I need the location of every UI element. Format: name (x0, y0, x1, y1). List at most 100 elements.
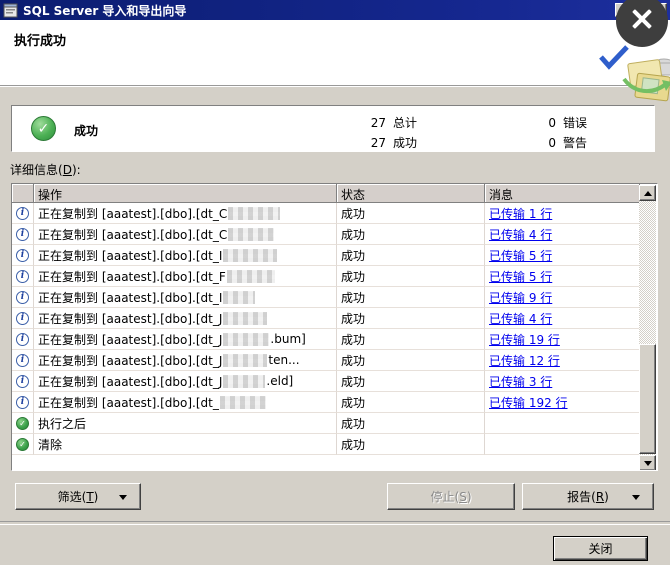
window-title: SQL Server 导入和导出向导 (23, 2, 186, 19)
status-cell: 成功 (337, 392, 485, 413)
operation-cell: 执行之后 (34, 413, 337, 434)
redacted-text (223, 291, 255, 304)
transferred-rows-link[interactable]: 已传输 5 行 (489, 268, 552, 285)
success-icon: ✓ (16, 417, 29, 430)
info-icon: i (16, 207, 29, 220)
table-row[interactable]: ✓ 执行之后成功 (12, 413, 657, 434)
transferred-rows-link[interactable]: 已传输 19 行 (489, 331, 560, 348)
scrollbar-thumb[interactable] (639, 344, 656, 454)
titlebar: SQL Server 导入和导出向导 ✕ (0, 0, 670, 20)
summary-counts-right: 0错误 0警告 (534, 113, 587, 153)
table-row[interactable]: i 正在复制到 [aaatest].[dbo].[dt_I成功已传输 9 行 (12, 287, 657, 308)
column-header-operation[interactable]: 操作 (34, 184, 337, 203)
column-header-icon[interactable] (12, 184, 34, 203)
total-count: 27 (364, 113, 386, 133)
operation-cell: 正在复制到 [aaatest].[dbo].[dt_C (34, 224, 337, 245)
table-row[interactable]: i正在复制到 [aaatest].[dbo].[dt_I成功已传输 5 行 (12, 245, 657, 266)
message-cell: 已传输 5 行 (485, 245, 640, 266)
summary-counts-left: 27总计 27成功 (364, 113, 417, 153)
info-icon: i (16, 354, 29, 367)
message-cell (485, 413, 640, 434)
import-export-wizard-dialog: SQL Server 导入和导出向导 ✕ 执行成功 (0, 0, 670, 565)
transferred-rows-link[interactable]: 已传输 4 行 (489, 226, 552, 243)
status-cell: 成功 (337, 371, 485, 392)
redacted-text (227, 270, 275, 283)
message-cell: 已传输 12 行 (485, 350, 640, 371)
scroll-up-button[interactable] (639, 185, 656, 201)
table-row[interactable]: i正在复制到 [aaatest].[dbo].[dt_J.bum]成功已传输 1… (12, 329, 657, 350)
status-cell: 成功 (337, 413, 485, 434)
message-cell: 已传输 19 行 (485, 329, 640, 350)
scroll-down-button[interactable] (639, 455, 656, 471)
table-row[interactable]: ✓ 清除成功 (12, 434, 657, 455)
status-cell: 成功 (337, 350, 485, 371)
operation-cell: 正在复制到 [aaatest].[dbo].[dt_Jten... (34, 350, 337, 371)
redacted-text (228, 228, 274, 241)
column-header-message[interactable]: 消息 (485, 184, 640, 203)
status-cell: 成功 (337, 266, 485, 287)
operation-cell: 正在复制到 [aaatest].[dbo].[dt_J.eld] (34, 371, 337, 392)
stop-button: 停止(S) (387, 483, 515, 510)
transferred-rows-link[interactable]: 已传输 1 行 (489, 205, 552, 222)
report-button[interactable]: 报告(R) (522, 483, 654, 510)
transferred-rows-link[interactable]: 已传输 12 行 (489, 352, 560, 369)
redacted-text (223, 333, 269, 346)
transferred-rows-link[interactable]: 已传输 192 行 (489, 394, 568, 411)
message-cell (485, 434, 640, 455)
details-label: 详细信息(D): (10, 161, 81, 178)
info-icon: i (16, 249, 29, 262)
error-count: 0 (534, 113, 556, 133)
status-cell: 成功 (337, 329, 485, 350)
total-label: 总计 (393, 113, 417, 133)
info-icon: i (16, 375, 29, 388)
transferred-rows-link[interactable]: 已传输 5 行 (489, 247, 552, 264)
details-grid: 操作 状态 消息 i正在复制到 [aaatest].[dbo].[dt_C成功已… (11, 183, 658, 471)
redacted-text (220, 396, 266, 409)
summary-panel: ✓ 成功 27总计 27成功 0错误 0警告 (11, 105, 655, 152)
message-cell: 已传输 1 行 (485, 203, 640, 224)
scroll-down-icon (644, 461, 652, 466)
column-header-status[interactable]: 状态 (337, 184, 485, 203)
message-cell: 已传输 192 行 (485, 392, 640, 413)
footer-separator (0, 521, 670, 525)
error-label: 错误 (563, 113, 587, 133)
warning-label: 警告 (563, 133, 587, 153)
table-row[interactable]: i正在复制到 [aaatest].[dbo].[dt_成功已传输 192 行 (12, 392, 657, 413)
operation-cell: 正在复制到 [aaatest].[dbo].[dt_I (34, 287, 337, 308)
dropdown-icon (119, 495, 127, 500)
table-row[interactable]: i正在复制到 [aaatest].[dbo].[dt_F成功已传输 5 行 (12, 266, 657, 287)
success-status-icon: ✓ (31, 116, 56, 141)
close-dialog-button[interactable]: 关闭 (553, 536, 648, 561)
transferred-rows-link[interactable]: 已传输 3 行 (489, 373, 552, 390)
grid-header: 操作 状态 消息 (12, 184, 657, 203)
info-icon: i (16, 333, 29, 346)
info-icon: i (16, 291, 29, 304)
success-icon: ✓ (16, 438, 29, 451)
message-cell: 已传输 4 行 (485, 308, 640, 329)
message-cell: 已传输 4 行 (485, 224, 640, 245)
table-row[interactable]: i正在复制到 [aaatest].[dbo].[dt_J成功已传输 4 行 (12, 308, 657, 329)
table-row[interactable]: i 正在复制到 [aaatest].[dbo].[dt_J.eld]成功已传输 3… (12, 371, 657, 392)
operation-cell: 正在复制到 [aaatest].[dbo].[dt_C (34, 203, 337, 224)
transferred-rows-link[interactable]: 已传输 9 行 (489, 289, 552, 306)
page-title: 执行成功 (14, 30, 66, 49)
info-icon: i (16, 396, 29, 409)
vertical-scrollbar[interactable] (639, 185, 656, 471)
table-row[interactable]: i正在复制到 [aaatest].[dbo].[dt_C成功已传输 1 行 (12, 203, 657, 224)
operation-cell: 正在复制到 [aaatest].[dbo].[dt_F (34, 266, 337, 287)
operation-cell: 正在复制到 [aaatest].[dbo].[dt_I (34, 245, 337, 266)
scroll-up-icon (644, 191, 652, 196)
message-cell: 已传输 3 行 (485, 371, 640, 392)
operation-cell: 清除 (34, 434, 337, 455)
transferred-rows-link[interactable]: 已传输 4 行 (489, 310, 552, 327)
info-icon: i (16, 312, 29, 325)
grid-body: i正在复制到 [aaatest].[dbo].[dt_C成功已传输 1 行i正在… (12, 203, 657, 455)
status-cell: 成功 (337, 224, 485, 245)
filter-button[interactable]: 筛选(T) (15, 483, 141, 510)
redacted-text (223, 375, 265, 388)
status-cell: 成功 (337, 434, 485, 455)
status-cell: 成功 (337, 287, 485, 308)
table-row[interactable]: i 正在复制到 [aaatest].[dbo].[dt_Jten...成功已传输 … (12, 350, 657, 371)
wizard-graphic-icon (622, 53, 670, 106)
table-row[interactable]: i正在复制到 [aaatest].[dbo].[dt_C成功已传输 4 行 (12, 224, 657, 245)
